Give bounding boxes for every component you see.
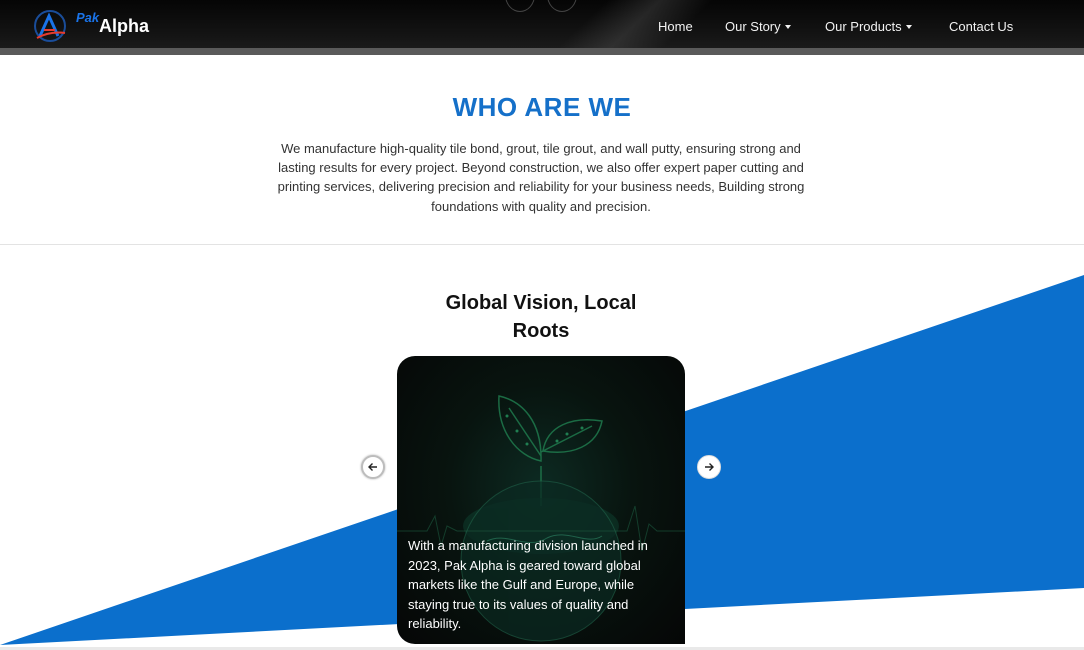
nav-item-label: Home — [658, 19, 693, 34]
caret-down-icon — [784, 25, 791, 29]
nav-item-label: Our Story — [725, 19, 781, 34]
about-title: WHO ARE WE — [452, 92, 632, 122]
logo-small-text: Pak — [76, 10, 100, 25]
carousel-next-button[interactable] — [697, 455, 721, 479]
vision-title: Global Vision, Local Roots — [445, 292, 637, 342]
nav-item-label: Our Products — [825, 19, 902, 34]
brand-logo[interactable]: Pak Alpha — [33, 9, 173, 45]
arrow-right-icon — [705, 463, 714, 471]
navbar-bottom-strip — [0, 48, 1084, 55]
vision-card: With a manufacturing division launched i… — [397, 356, 685, 644]
navbar-decor-circle — [505, 0, 535, 12]
nav-item-label: Contact Us — [949, 19, 1014, 34]
arrow-left-icon — [368, 463, 377, 471]
carousel-prev-button[interactable] — [361, 455, 385, 479]
nav-item-contact-us[interactable]: Contact Us — [949, 19, 1013, 34]
logo-mark-icon — [34, 10, 66, 42]
nav-item-our-products[interactable]: Our Products — [825, 19, 912, 34]
caret-down-icon — [905, 25, 912, 29]
nav-item-home[interactable]: Home — [658, 19, 693, 34]
top-navbar: Pak Alpha Home Our Story Our Products Co… — [0, 0, 1084, 48]
about-description: We manufacture high-quality tile bond, g… — [277, 141, 805, 214]
nav-item-our-story[interactable]: Our Story — [725, 19, 791, 34]
vision-card-text: With a manufacturing division launched i… — [408, 538, 648, 632]
logo-main-text: Alpha — [99, 16, 150, 36]
